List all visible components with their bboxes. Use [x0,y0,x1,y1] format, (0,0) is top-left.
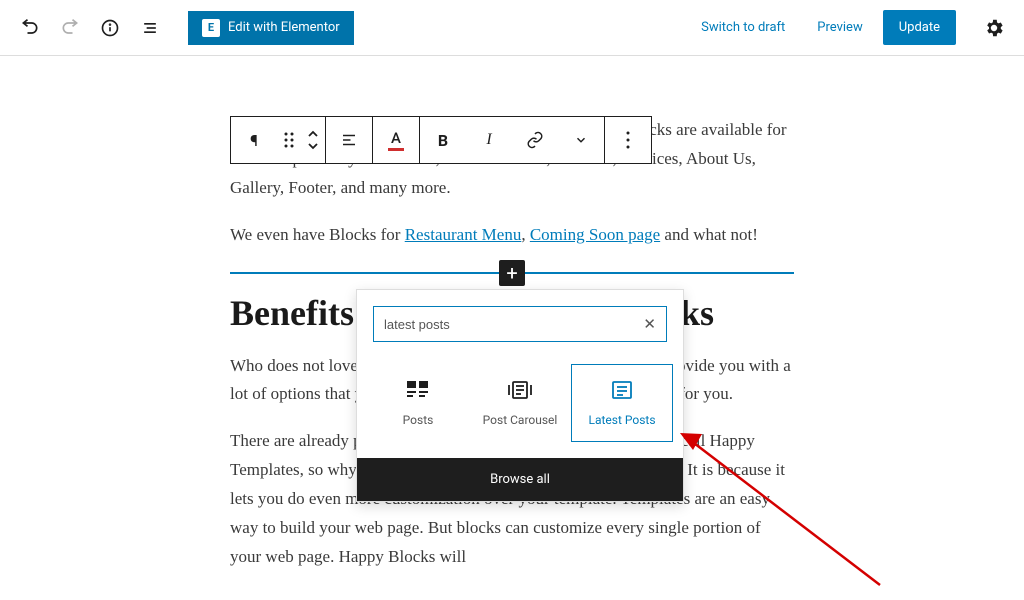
clear-search-icon[interactable]: ✕ [643,315,656,333]
search-input[interactable] [384,317,643,332]
elementor-icon: E [202,19,220,37]
more-options-button[interactable] [605,117,651,163]
link-button[interactable] [512,117,558,163]
latest-posts-icon [612,379,632,401]
outline-button[interactable] [132,10,168,46]
posts-icon [407,379,429,401]
post-carousel-icon [508,379,532,401]
paragraph[interactable]: We even have Blocks for Restaurant Menu,… [230,221,794,250]
block-option-post-carousel[interactable]: Post Carousel [469,364,571,442]
redo-button[interactable] [52,10,88,46]
bold-button[interactable]: B [420,117,466,163]
content-link[interactable]: Coming Soon page [530,225,660,244]
block-toolbar: ¶ A B I [230,116,652,164]
more-rich-text-button[interactable] [558,117,604,163]
elementor-label: Edit with Elementor [228,20,340,35]
browse-all-button[interactable]: Browse all [357,458,683,501]
update-button[interactable]: Update [883,10,956,45]
drag-handle-icon[interactable] [277,117,301,163]
undo-button[interactable] [12,10,48,46]
settings-button[interactable] [976,10,1012,46]
block-inserter-popover: ✕ Posts Post Carousel Latest Posts Brows… [356,289,684,502]
add-block-button[interactable]: + [499,260,525,286]
info-button[interactable] [92,10,128,46]
text-color-button[interactable]: A [373,117,419,163]
preview-button[interactable]: Preview [805,12,874,43]
italic-button[interactable]: I [466,117,512,163]
edit-with-elementor-button[interactable]: E Edit with Elementor [188,11,354,45]
block-option-posts[interactable]: Posts [367,364,469,442]
block-label: Posts [403,413,434,427]
block-label: Latest Posts [588,413,655,427]
block-label: Post Carousel [483,413,558,427]
inserter-search: ✕ [373,306,667,342]
content-link[interactable]: Restaurant Menu [405,225,522,244]
insert-line: + [230,272,794,274]
switch-to-draft-button[interactable]: Switch to draft [689,12,797,43]
paragraph-block-icon[interactable]: ¶ [231,117,277,163]
block-option-latest-posts[interactable]: Latest Posts [571,364,673,442]
align-button[interactable] [326,117,372,163]
move-arrows[interactable] [301,117,325,163]
